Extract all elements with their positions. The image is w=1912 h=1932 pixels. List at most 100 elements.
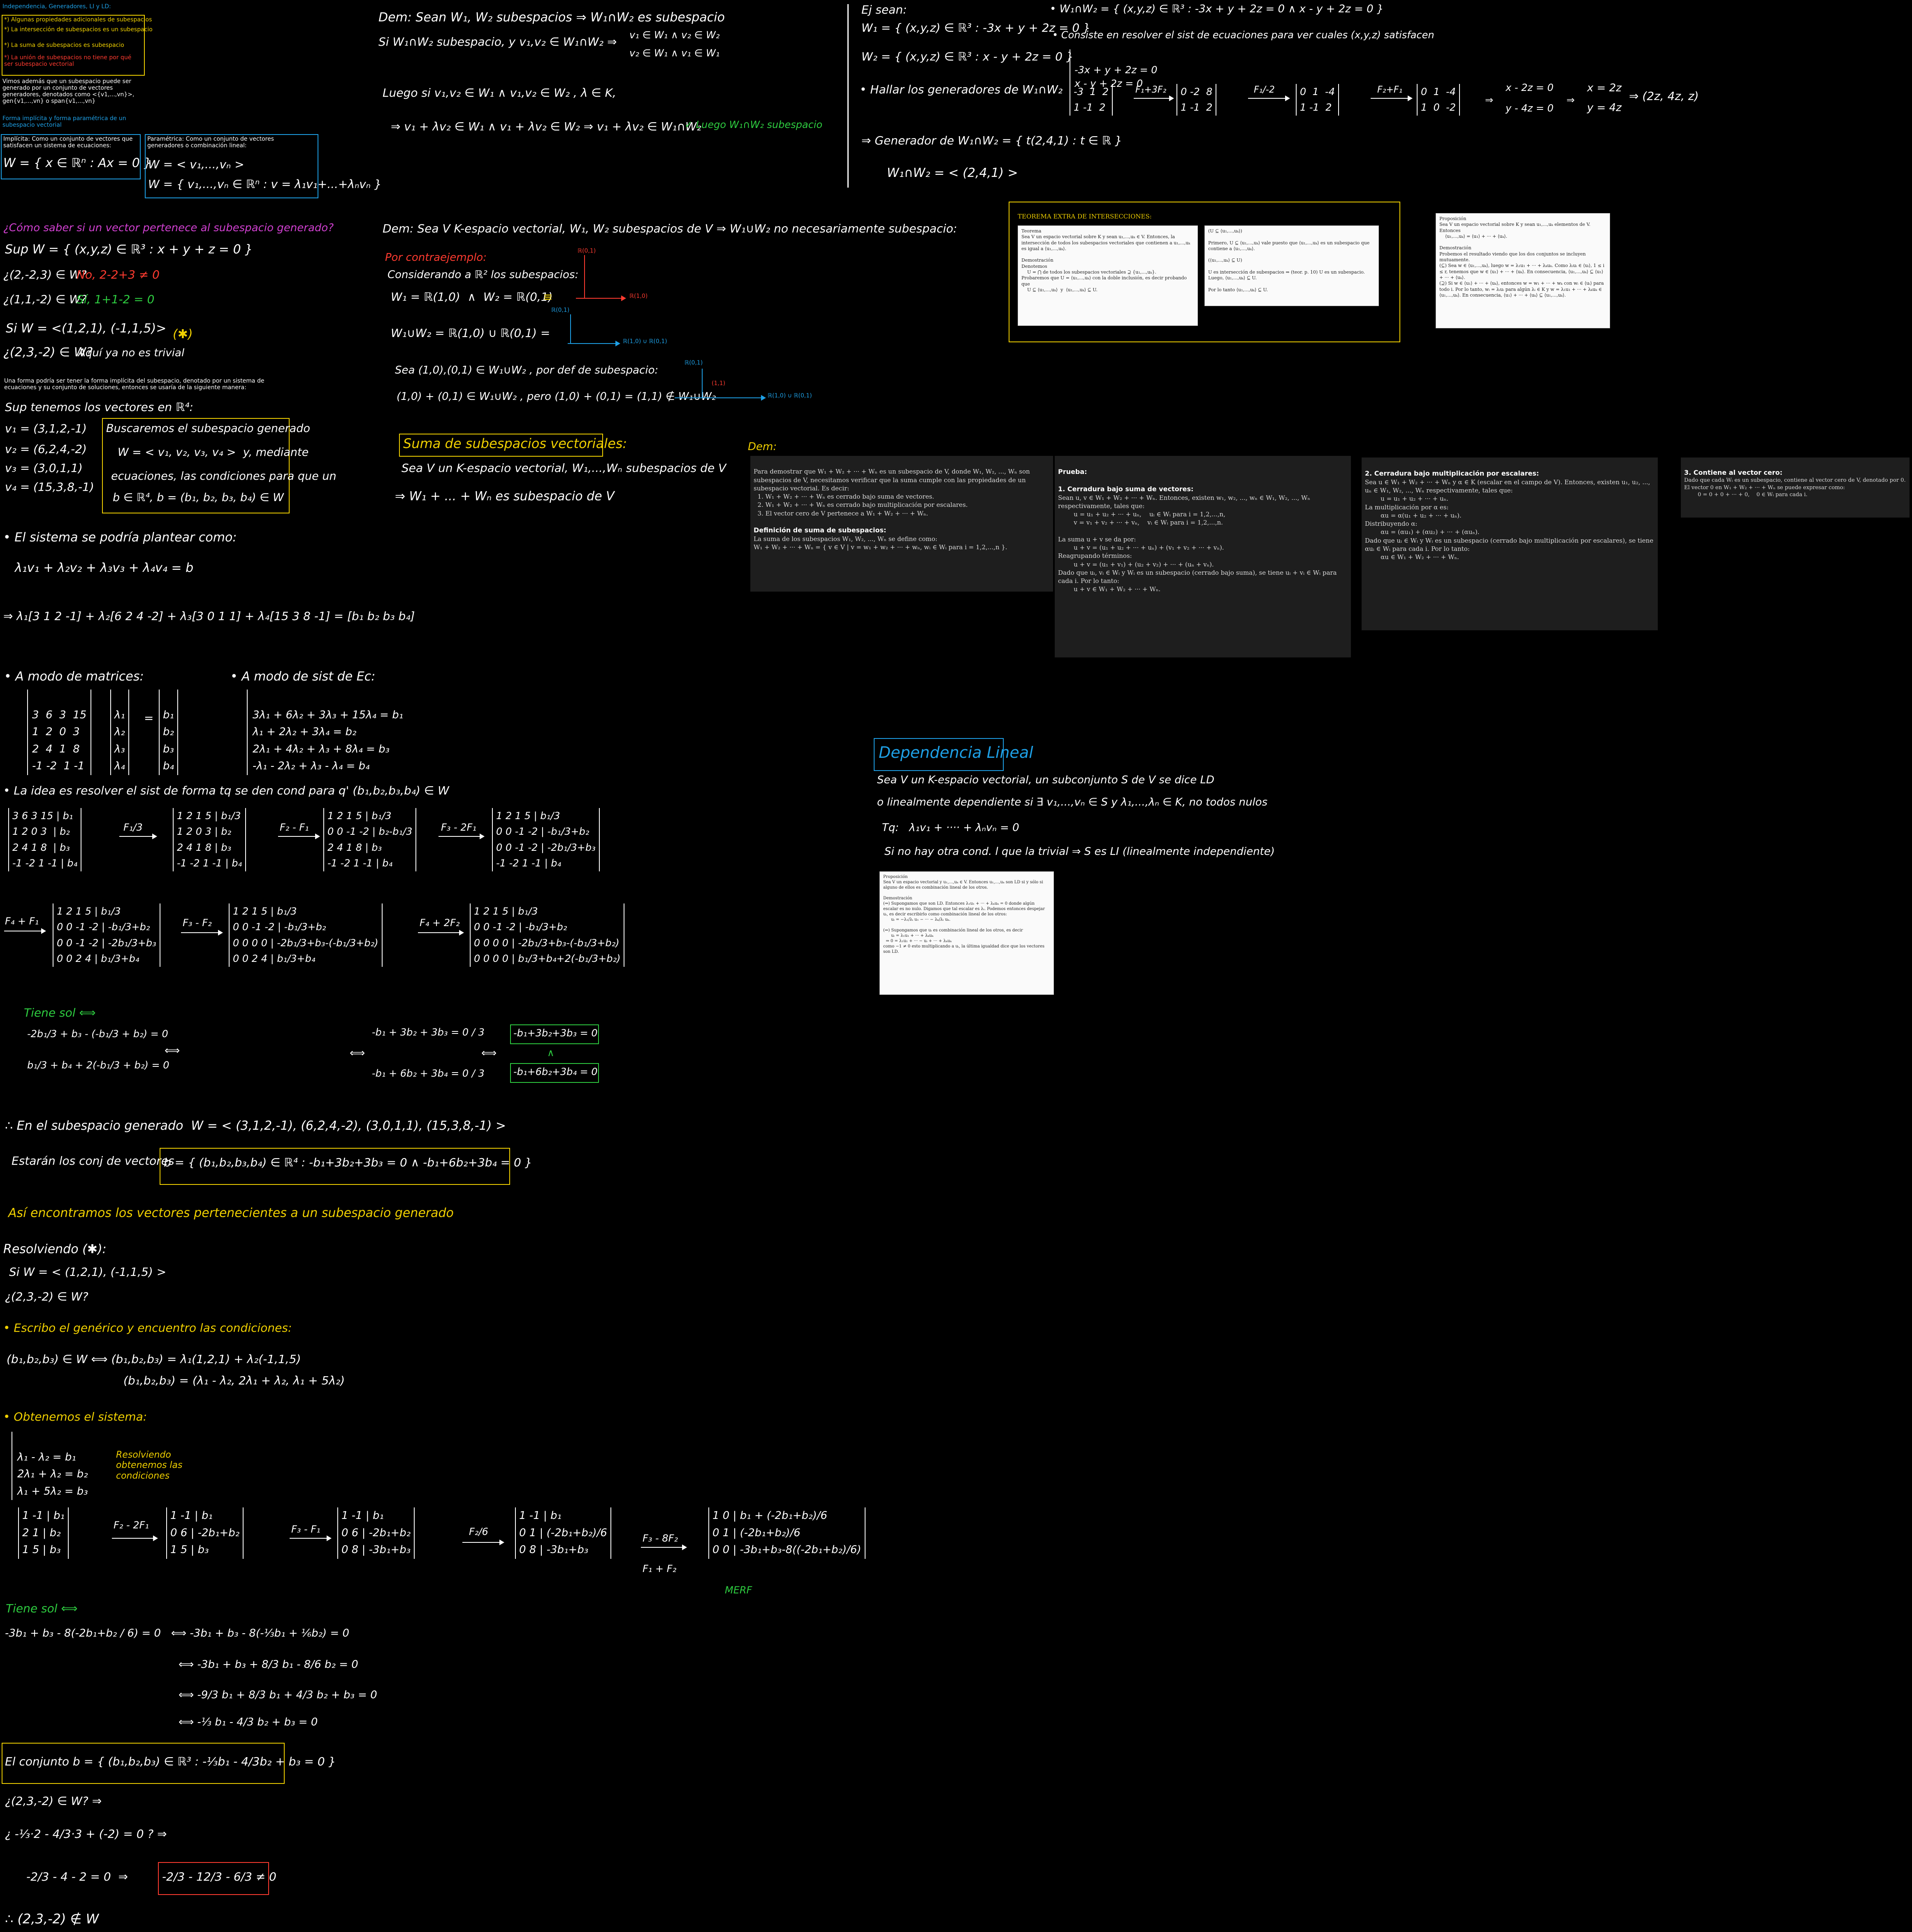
arrow: [439, 834, 485, 839]
coefficient-matrix: 3 6 3 15 1 2 0 3 2 4 1 8 -1 -2 1 -1: [27, 690, 92, 775]
dem1-line-2: Si W₁∩W₂ subespacio, y v₁,v₂ ∈ W₁∩W₂ ⇒: [378, 35, 617, 49]
ej-res-2: y - 4z = 0: [1506, 102, 1554, 114]
op-f2-f1: F₂ - F₁: [280, 822, 309, 833]
system-eq: λ₁ + 2λ₂ + 3λ₄ = b₂: [253, 726, 357, 738]
op-ej-3: F₂+F₁: [1377, 85, 1403, 95]
resolv-matrix-4: 1 0 | b₁ + (-2b₁+b₂)/6 0 1 | (-2b₁+b₂)/6…: [708, 1507, 866, 1559]
asi-encontramos: Así encontramos los vectores pertenecien…: [8, 1206, 454, 1220]
arrow: [181, 930, 223, 936]
q-vector-1-answer: No, 2-2+3 ≠ 0: [77, 268, 160, 281]
final-substitution: ¿ -⅓·2 - 4/3·3 + (-2) = 0 ? ⇒: [5, 1827, 167, 1841]
axis-label-union-2: ℝ(1,0) ∪ ℝ(0,1): [768, 392, 812, 399]
ej-matrix-3: 0 1 -4 1 0 -2: [1417, 84, 1460, 116]
augmented-matrix-4: 1 2 1 5 | b₁/3 0 0 -1 -2 | -b₁/3+b₂ 0 0 …: [53, 903, 160, 967]
resolv-tiene-sol: Tiene sol ⟺: [6, 1602, 78, 1615]
cond-4: -b₁ + 6b₂ + 3b₄ = 0 / 3: [372, 1068, 485, 1079]
proof-text: Dado que cada Wᵢ es un subespacio, conti…: [1684, 477, 1906, 498]
merf-label: MERF: [725, 1584, 752, 1596]
system-eq: -λ₁ - 2λ₂ + λ₃ - λ₄ = b₄: [253, 760, 370, 773]
proof-heading: Prueba:: [1058, 468, 1087, 476]
resolv-eq-1: -3b₁ + b₃ - 8(-2b₁+b₂ / 6) = 0 ⟺ -3b₁ + …: [5, 1627, 350, 1639]
ej-generator: ⇒ Generador de W₁∩W₂ = { t(2,4,1) : t ∈ …: [861, 134, 1122, 147]
b-vector: b₁ b₂ b₃ b₄: [159, 690, 178, 775]
estaran-label: Estarán los conj de vectores: [12, 1154, 174, 1168]
dem2-line-6: (1,0) + (0,1) ∈ W₁∪W₂ , pero (1,0) + (0,…: [397, 390, 716, 403]
op-f3-f1: F₃ - F₁: [291, 1523, 320, 1535]
b-entry: b₁: [163, 708, 174, 721]
arrow: [119, 834, 157, 839]
equiv-symbol: ≡: [543, 290, 553, 304]
generic-eq-1: (b₁,b₂,b₃) ∈ W ⟺ (b₁,b₂,b₃) = λ₁(1,2,1) …: [7, 1352, 301, 1366]
conjunto-b: El conjunto b = { (b₁,b₂,b₃) ∈ ℝ³ : -⅓b₁…: [5, 1755, 336, 1768]
final-question: ¿(2,3,-2) ∈ W? ⇒: [5, 1794, 102, 1808]
proof-text: Sean u, v ∈ W₁ + W₂ + ··· + Wₙ. Entonces…: [1058, 494, 1311, 568]
dem2-line-2: Considerando a ℝ² los subespacios:: [388, 269, 579, 281]
arrow: [278, 834, 320, 839]
implicit-label: Implícita: Como un conjunto de vectores …: [3, 136, 133, 149]
proof-heading: 2. Cerradura bajo multiplicación por esc…: [1365, 469, 1539, 478]
lambda-entry: λ₁: [114, 708, 125, 721]
ej-title: Ej sean:: [861, 3, 907, 16]
generators-paragraph: Vimos además que un subespacio puede ser…: [2, 78, 135, 105]
augmented-matrix-2: 1 2 1 5 | b₁/3 0 0 -1 -2 | b₂-b₁/3 2 4 1…: [323, 808, 417, 871]
prop-item-4: *) La unión de subespacios no tiene por …: [4, 54, 132, 68]
x-axis-arrow: [576, 295, 626, 301]
op-f3-f2: F₃ - F₂: [183, 917, 212, 929]
cond-1: -2b₁/3 + b₃ - (-b₁/3 + b₂) = 0: [27, 1028, 168, 1040]
op-f3-8f2: F₃ - 8F₂: [643, 1533, 678, 1544]
suma-proof-panel-3: 2. Cerradura bajo multiplicación por esc…: [1362, 457, 1658, 630]
lambda-entry: λ₂: [114, 726, 125, 738]
arrow: [462, 1540, 504, 1545]
resolv-w: Si W = < (1,2,1), (-1,1,5) >: [9, 1265, 167, 1279]
proof-text: Sea u ∈ W₁ + W₂ + ··· + Wₙ y α ∈ K (esca…: [1365, 478, 1654, 561]
dep-line-1: Sea V un K-espacio vectorial, un subconj…: [877, 774, 1214, 786]
x-axis-arrow: [675, 395, 766, 401]
not-trivial-note: Aquí ya no es trivial: [78, 347, 185, 359]
ej-matrix-2: 0 1 -4 1 -1 2: [1296, 84, 1339, 116]
ej-generator-2: W₁∩W₂ = < (2,4,1) >: [887, 166, 1018, 180]
matrix-row: 2 4 1 8: [32, 743, 80, 755]
q-vector-1: ¿(2,-2,3) ∈ W?: [3, 268, 87, 281]
q-vector-2-answer: Sí, 1+1-2 = 0: [77, 293, 155, 306]
vector-v2: v₂ = (6,2,4,-2): [5, 442, 87, 456]
system-eq: λ₁ - λ₂ = b₁: [17, 1451, 76, 1463]
teorema-panel-a: Teorema Sea V un espacio vectorial sobre…: [1018, 225, 1198, 326]
linear-combination-eq: λ₁v₁ + λ₂v₂ + λ₃v₃ + λ₄v₄ = b: [15, 561, 194, 575]
proof-heading: Definición de suma de subespacios:: [754, 526, 886, 534]
ej-w2: W₂ = { (x,y,z) ∈ ℝ³ : x - y + 2z = 0 }: [861, 50, 1074, 63]
op-f2-2f1: F₂ - 2F₁: [114, 1519, 149, 1531]
membership-question: ¿Cómo saber si un vector pertenece al su…: [3, 222, 334, 234]
op-ej-2: F₁/-2: [1254, 85, 1275, 95]
dep-proposicion-panel: Proposición Sea V un espacio vectorial y…: [879, 871, 1054, 995]
proof-text: La suma de los subespacios W₁, W₂, ..., …: [754, 535, 1007, 551]
axis-label-union-y: ℝ(0,1): [551, 307, 570, 313]
implicit-formula: W = { x ∈ ℝⁿ : Ax = 0 }: [3, 156, 152, 170]
prop-item-2: *) La intersección de subespacios es un …: [4, 26, 153, 33]
iff-1: ⟺: [165, 1045, 180, 1057]
vector-v4: v₄ = (15,3,8,-1): [5, 480, 94, 494]
param-formula-1: W = < v₁,...,vₙ >: [148, 158, 244, 171]
system-mode-label: • A modo de sist de Ec:: [230, 669, 376, 684]
contraejemplo-label: Por contraejemplo:: [385, 251, 487, 264]
augmented-matrix-0: 3 6 3 15 | b₁ 1 2 0 3 | b₂ 2 4 1 8 | b₃ …: [8, 808, 82, 871]
cond-3: -b₁ + 3b₂ + 3b₃ = 0 / 3: [372, 1026, 485, 1038]
arrow: [1248, 95, 1290, 101]
resolv-matrix-2: 1 -1 | b₁ 0 6 | -2b₁+b₂ 0 8 | -3b₁+b₃: [337, 1507, 415, 1559]
matrix-row: 1 2 0 3: [32, 726, 80, 738]
b-entry: b₃: [163, 743, 174, 755]
lambda-vector: λ₁ λ₂ λ₃ λ₄: [110, 690, 129, 775]
suma-title: Suma de subespacios vectoriales:: [403, 436, 627, 451]
result-2: -b₁+6b₂+3b₄ = 0: [513, 1066, 598, 1077]
dem1-line-4: ⇒ v₁ + λv₂ ∈ W₁ ∧ v₁ + λv₂ ∈ W₂ ⇒ v₁ + λ…: [391, 120, 701, 133]
b-entry: b₂: [163, 726, 174, 738]
generic-eq-2: (b₁,b₂,b₃) = (λ₁ - λ₂, 2λ₁ + λ₂, λ₁ + 5λ…: [123, 1374, 345, 1387]
ej-matrix-1: 0 -2 8 1 -1 2: [1176, 84, 1217, 116]
vector-v1: v₁ = (3,1,2,-1): [5, 422, 87, 435]
arrow: [1134, 95, 1174, 101]
ej-interseccion: • W₁∩W₂ = { (x,y,z) ∈ ℝ³ : -3x + y + 2z …: [1050, 3, 1384, 15]
sup-w-line: Sup W = { (x,y,z) ∈ ℝ³ : x + y + z = 0 }: [5, 242, 253, 257]
dem2-line-3: W₁ = ℝ(1,0) ∧ W₂ = ℝ(0,1): [391, 290, 553, 304]
ej-hallar: • Hallar los generadores de W₁∩W₂: [860, 83, 1063, 96]
resolv-note: Resolviendo obtenemos las condiciones: [116, 1450, 183, 1481]
proof-heading: 3. Contiene al vector cero:: [1684, 468, 1783, 476]
